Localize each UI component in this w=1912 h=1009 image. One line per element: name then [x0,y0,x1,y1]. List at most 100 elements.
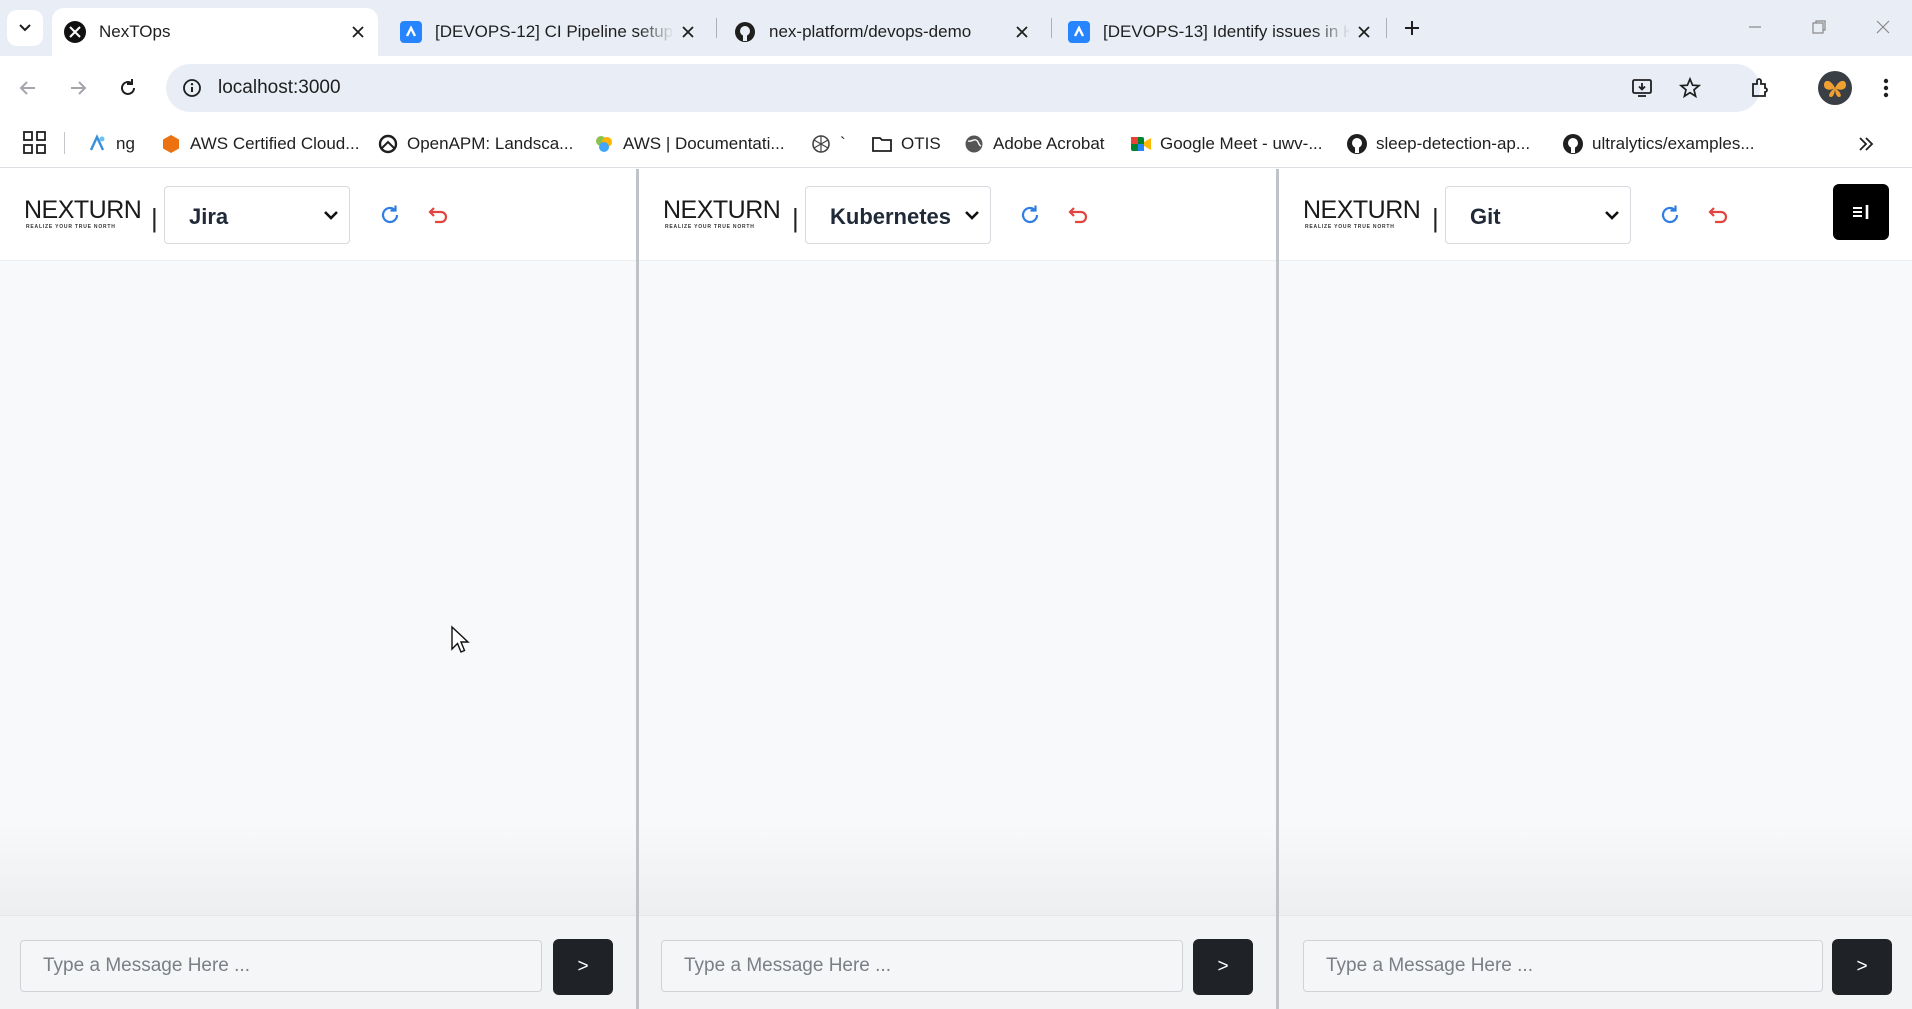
refresh-button[interactable] [1656,201,1684,229]
plus-icon [1405,21,1419,35]
tab-devops-12[interactable]: [DEVOPS-12] CI Pipeline setup - Jira [388,8,708,56]
new-tab-button[interactable] [1396,12,1428,44]
minimize-button[interactable] [1732,8,1778,46]
bookmark-aws-docs[interactable]: AWS | Documentati... [593,130,785,158]
tool-select[interactable]: Git [1445,186,1631,244]
restore-button[interactable] [1796,8,1842,46]
header-separator: | [151,203,158,233]
chevron-down-icon [1605,211,1619,220]
reload-icon [121,79,135,95]
close-icon [1876,20,1890,34]
browser-tab-strip: NexTOps [DEVOPS-12] CI Pipeline setup - … [0,0,1912,56]
nexturn-logo: NEXTURN REALIZE YOUR TRUE NORTH [1303,196,1421,233]
double-chevron-right-icon [1859,137,1874,151]
bookmark-ng[interactable]: ng [86,130,135,158]
bookmark-sleep-detection[interactable]: sleep-detection-ap... [1346,130,1530,158]
chat-panel-kubernetes: NEXTURN REALIZE YOUR TRUE NORTH | Kubern… [639,169,1276,1009]
profile-avatar[interactable] [1818,71,1852,105]
install-app-icon[interactable] [1626,72,1658,104]
star-icon[interactable] [1674,72,1706,104]
bookmark-label: ultralytics/examples... [1592,134,1755,153]
tool-select[interactable]: Jira [164,186,350,244]
reset-button[interactable] [425,201,453,229]
tab-title: NexTOps [99,22,171,41]
tab-search-button[interactable] [7,10,43,46]
reset-button[interactable] [1705,201,1733,229]
openai-icon [810,133,832,155]
bookmark-openai[interactable]: ` [810,130,846,158]
logo-wordmark: NEXTURN [1303,196,1421,224]
panel-header: NEXTURN REALIZE YOUR TRUE NORTH | Kubern… [639,169,1276,261]
address-bar[interactable]: localhost:3000 [166,64,1760,112]
bookmark-ultralytics[interactable]: ultralytics/examples... [1562,130,1755,158]
header-separator: | [792,203,799,233]
send-button[interactable]: > [1832,939,1892,995]
minimize-icon [1749,26,1761,28]
close-icon[interactable] [674,18,702,46]
bookmark-google-meet[interactable]: Google Meet - uwv-... [1130,130,1323,158]
message-input[interactable] [661,940,1183,992]
tab-title: [DEVOPS-13] Identify issues in Kubernete… [1103,22,1350,41]
bookmark-label: OTIS [901,134,941,153]
butterfly-icon [1824,80,1846,97]
chevron-down-icon [19,24,31,32]
jira-icon [1068,21,1090,43]
forward-button[interactable] [60,70,96,106]
chat-input-bar: > [639,915,1276,1009]
logo-tagline: REALIZE YOUR TRUE NORTH [26,224,116,230]
send-button[interactable]: > [1193,939,1253,995]
bookmarks-overflow-button[interactable] [1852,130,1880,158]
close-icon[interactable] [1008,18,1036,46]
bookmark-aws-certified[interactable]: AWS Certified Cloud... [160,130,359,158]
tab-nextops[interactable]: NexTOps [52,8,378,56]
close-icon[interactable] [1350,18,1378,46]
tab-devops-13[interactable]: [DEVOPS-13] Identify issues in Kubernete… [1056,8,1384,56]
undo-icon [1708,207,1728,224]
chat-input-bar: > [0,915,636,1009]
send-button[interactable]: > [553,939,613,995]
logo-tagline: REALIZE YOUR TRUE NORTH [1305,224,1395,230]
close-window-button[interactable] [1860,8,1906,46]
bookmark-openapm[interactable]: OpenAPM: Landsca... [377,130,573,158]
back-button[interactable] [10,70,46,106]
tab-title: nex-platform/devops-demo [769,22,972,41]
chevron-down-icon [324,211,338,220]
bookmarks-separator [64,132,65,154]
header-separator: | [1432,203,1439,233]
refresh-icon [381,205,399,224]
sidebar-toggle-button[interactable] [1833,184,1889,240]
reset-button[interactable] [1065,201,1093,229]
tab-github-devops-demo[interactable]: nex-platform/devops-demo [722,8,1042,56]
tool-select-value: Kubernetes [830,204,952,229]
panel-header: NEXTURN REALIZE YOUR TRUE NORTH | Jira [0,169,636,261]
undo-icon [1068,207,1088,224]
browser-toolbar: localhost:3000 [0,56,1912,120]
refresh-icon [1021,205,1039,224]
chevron-down-icon [965,211,979,220]
menu-panel-icon [1853,205,1869,219]
message-input[interactable] [1303,940,1823,992]
reload-button[interactable] [110,70,146,106]
logo-wordmark: NEXTURN [24,196,142,224]
chat-messages-area [0,262,636,915]
logo-tagline: REALIZE YOUR TRUE NORTH [665,224,755,230]
folder-icon [871,133,893,155]
chat-input-bar: > [1279,915,1912,1009]
more-menu-icon[interactable] [1868,70,1904,106]
bookmark-otis-folder[interactable]: OTIS [871,130,941,158]
arrow-right-icon [71,81,87,95]
refresh-button[interactable] [376,201,404,229]
bookmark-label: ng [116,134,135,153]
bookmark-adobe-acrobat[interactable]: Adobe Acrobat [963,130,1105,158]
extensions-icon[interactable] [1742,70,1778,106]
site-info-icon[interactable] [176,72,208,104]
tool-select[interactable]: Kubernetes [805,186,991,244]
apps-grid-icon[interactable] [22,130,48,156]
refresh-button[interactable] [1016,201,1044,229]
globe-icon [963,133,985,155]
x-logo-icon [64,21,86,43]
tool-select-value: Jira [189,204,229,229]
url-text: localhost:3000 [218,77,341,98]
message-input[interactable] [20,940,542,992]
close-icon[interactable] [344,18,372,46]
